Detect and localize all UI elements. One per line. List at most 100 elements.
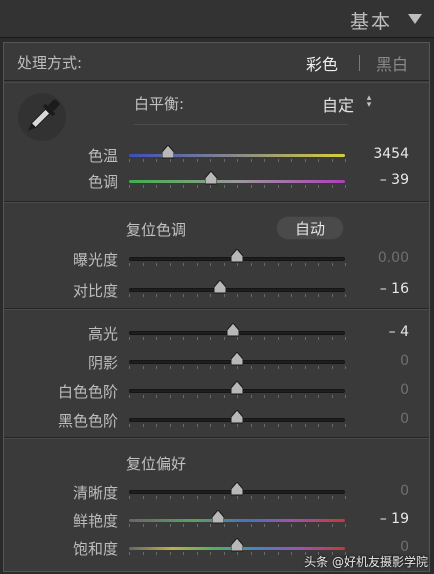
slider[interactable] [129, 171, 346, 188]
slider-tick [264, 552, 265, 555]
slider-thumb[interactable] [231, 352, 243, 366]
slider-tick [305, 496, 306, 499]
slider-value[interactable]: – 4 [349, 324, 409, 340]
slider-tick [332, 185, 333, 188]
slider-tick [183, 337, 184, 340]
slider-tick [170, 159, 171, 162]
treatment-color-option[interactable]: 彩色 [306, 51, 338, 75]
slider-tick [156, 395, 157, 398]
slider-tick [197, 395, 198, 398]
slider-value[interactable]: 0 [349, 411, 409, 427]
slider-thumb[interactable] [205, 171, 218, 185]
slider-tick [224, 337, 225, 340]
slider-tick [210, 552, 211, 555]
slider-tick [156, 524, 157, 527]
slider-tick [237, 263, 238, 266]
slider-ticks [129, 366, 346, 370]
slider-tick [129, 424, 130, 427]
slider-tick [332, 524, 333, 527]
slider-tick [251, 552, 252, 555]
slider-track[interactable] [129, 288, 345, 292]
slider-thumb[interactable] [226, 323, 239, 337]
slider-value[interactable]: – 16 [349, 281, 409, 297]
slider-ticks [129, 524, 346, 528]
slider-tick [278, 424, 279, 427]
slider-tick [237, 524, 238, 527]
white-balance-select[interactable]: 自定 [322, 92, 354, 116]
slider-tick [264, 395, 265, 398]
slider-tick [278, 263, 279, 266]
slider-tick [278, 395, 279, 398]
slider-tick [129, 337, 130, 340]
slider-value[interactable]: – 39 [349, 172, 409, 188]
slider-tick [318, 524, 319, 527]
slider-tick [224, 524, 225, 527]
slider[interactable] [129, 352, 346, 370]
slider[interactable] [129, 323, 346, 340]
slider-label: 色温 [87, 147, 118, 165]
slider-thumb[interactable] [231, 381, 243, 395]
slider-thumb[interactable] [231, 410, 243, 424]
slider[interactable] [129, 249, 346, 266]
slider-tick [318, 424, 319, 427]
slider-tick [251, 496, 252, 499]
slider-tick [291, 424, 292, 427]
slider[interactable] [129, 280, 346, 297]
slider-thumb[interactable] [231, 249, 243, 263]
slider-thumb[interactable] [213, 280, 226, 294]
slider-tick [237, 496, 238, 499]
slider-thumb[interactable] [231, 538, 243, 552]
slider-tick [210, 496, 211, 499]
slider-tick [224, 159, 225, 162]
slider-value[interactable]: 0 [349, 483, 409, 499]
slider-thumb[interactable] [211, 510, 224, 524]
slider[interactable] [129, 381, 346, 398]
slider-tick [129, 395, 130, 398]
slider-tick [170, 424, 171, 427]
slider-value[interactable]: 3454 [349, 146, 409, 162]
slider-tick [197, 185, 198, 188]
slider[interactable] [129, 482, 346, 499]
slider-ticks [129, 159, 346, 163]
slider[interactable] [129, 510, 346, 528]
slider-value[interactable]: 0 [349, 382, 409, 398]
slider-tick [264, 496, 265, 499]
slider-tick [210, 424, 211, 427]
slider-value[interactable]: 0.00 [349, 250, 409, 266]
reset-presence-title[interactable]: 复位偏好 [126, 453, 186, 474]
slider-tick [129, 263, 130, 266]
treatment-row: 处理方式: 彩色 黑白 [4, 43, 429, 81]
slider-tick [345, 496, 346, 499]
slider-value[interactable]: 0 [349, 353, 409, 369]
slider-tick [143, 424, 144, 427]
slider-thumb[interactable] [161, 145, 174, 159]
slider-tick [224, 294, 225, 297]
slider[interactable] [129, 145, 346, 163]
slider-tick [251, 294, 252, 297]
slider-track[interactable] [129, 519, 345, 522]
slider-tick [237, 395, 238, 398]
slider-thumb[interactable] [231, 482, 243, 496]
slider-label: 黑色色阶 [57, 412, 118, 430]
eyedropper-icon[interactable] [16, 91, 68, 143]
slider-label: 曝光度 [72, 251, 118, 269]
slider-tick [345, 294, 346, 297]
slider[interactable] [129, 410, 346, 427]
slider-tick [305, 159, 306, 162]
white-balance-label: 白平衡: [134, 95, 185, 113]
auto-button[interactable]: 自动 [276, 216, 344, 240]
select-arrows-icon[interactable]: ▴ ▾ [364, 94, 374, 110]
slider-value[interactable]: – 19 [349, 511, 409, 527]
slider-tick [305, 185, 306, 188]
slider-track[interactable] [129, 180, 345, 183]
treatment-bw-option[interactable]: 黑白 [376, 51, 408, 75]
panel-header[interactable]: 基本 [0, 0, 434, 38]
slider-tick [237, 159, 238, 162]
reset-tone-title[interactable]: 复位色调 [126, 219, 186, 240]
slider-tick [210, 395, 211, 398]
slider-tick [210, 366, 211, 369]
slider-tick [129, 366, 130, 369]
slider-tick [291, 263, 292, 266]
slider-tick [183, 185, 184, 188]
collapse-triangle-icon[interactable] [408, 14, 422, 24]
